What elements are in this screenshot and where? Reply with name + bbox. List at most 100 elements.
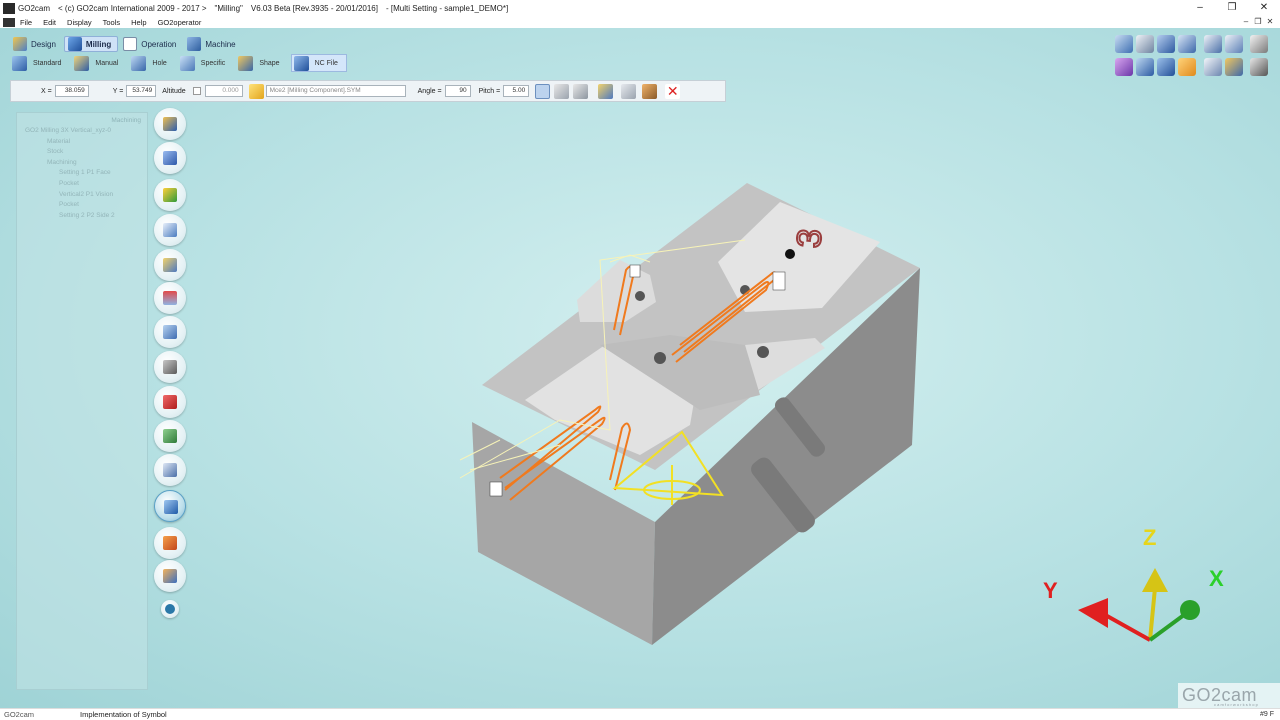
menu-tools[interactable]: Tools [103,18,121,27]
glasses-icon[interactable] [1250,58,1268,76]
toolpath-button[interactable] [154,527,186,559]
version-text: V6.03 Beta [Rev.3935 - 20/01/2016] [250,3,378,13]
mdi-minimize-button[interactable]: – [1240,16,1252,28]
spreadsheet-icon [163,429,177,443]
subtab-standard-label: Standard [33,59,62,67]
undo-view-icon[interactable] [1178,35,1196,53]
help-icon[interactable] [1250,35,1268,53]
part-scene: 3 [459,183,1200,645]
angle-label: Angle = [417,87,442,95]
y-coordinate-field[interactable]: 53.749 [126,85,157,97]
viewport-3d[interactable]: 3 Z Y X Design Milling Operation Machine… [0,28,1280,708]
subtab-specific[interactable]: Specific [178,54,234,72]
altitude-field[interactable]: 0.000 [204,85,243,97]
symbol-eraser-icon[interactable] [621,83,637,99]
hole-icon [131,55,147,71]
settings-view-icon[interactable] [1225,58,1243,76]
layers-button[interactable] [154,282,186,314]
spreadsheet-button[interactable] [154,420,186,452]
tree-item[interactable]: Machining [17,158,147,169]
pdf-report-button[interactable] [154,386,186,418]
menu-help[interactable]: Help [131,18,146,27]
gear-button[interactable] [154,316,186,348]
tree-item[interactable]: Material [17,137,147,148]
tree-item[interactable]: Pocket [17,200,147,211]
chevron-up-icon [165,604,175,614]
symbol-rotate-icon[interactable] [554,83,570,99]
subtab-nc-file[interactable]: NC File [290,54,347,72]
layers-icon [163,291,177,305]
tree-item[interactable]: Stock [17,147,147,158]
module-name: "Milling" [214,3,243,13]
shape-icon [238,55,254,71]
pitch-field[interactable]: 5.00 [503,85,530,97]
subtab-standard[interactable]: Standard [10,54,69,72]
menu-go2operator[interactable]: GO2operator [158,18,202,27]
tree-item[interactable]: Setting 1 P1 Face [17,168,147,179]
open-folder-icon[interactable] [248,83,264,99]
altitude-checkbox[interactable] [192,87,201,95]
status-app-name: GO2cam [4,710,35,719]
pdf-icon [163,395,177,409]
globe-button[interactable] [154,351,186,383]
mdi-restore-button[interactable]: ❐ [1252,16,1264,28]
app-menu-icon[interactable] [3,17,15,27]
zoom-tool-button[interactable] [154,214,186,246]
zoom-icon[interactable] [1204,35,1222,53]
symbol-place-icon[interactable] [535,83,551,99]
tree-item[interactable]: Pocket [17,179,147,190]
eye-icon[interactable] [1136,35,1154,53]
angle-field[interactable]: 90 [444,85,471,97]
sun-icon[interactable] [1178,58,1196,76]
close-button[interactable]: ✕ [1248,0,1280,16]
fullscreen-icon[interactable] [1204,58,1222,76]
cancel-icon[interactable]: ✕ [665,83,681,99]
document-name: - [Multi Setting - sample1_DEMO*] [385,3,509,13]
nc-file-icon [293,55,309,71]
app-logo-icon [3,2,15,14]
subtab-shape[interactable]: Shape [236,54,287,72]
maximize-button[interactable]: ❐ [1216,0,1248,16]
symbol-edit-icon[interactable] [598,83,614,99]
render-icon[interactable] [1115,58,1133,76]
tree-item[interactable]: GO2 Milling 3X Vertical_xyz-0 [17,126,147,137]
symbol-file-field[interactable]: Mce2 [Milling Component].SYM [265,85,406,97]
tab-machine[interactable]: Machine [184,36,241,52]
drilling-button[interactable] [154,249,186,281]
rotate-view-icon[interactable] [1136,58,1154,76]
pencil-icon[interactable] [1157,58,1175,76]
gear-icon [163,325,177,339]
altitude-label: Altitude [162,87,186,95]
mdi-close-button[interactable]: ✕ [1264,16,1276,28]
symbol-tools-icon[interactable] [642,83,658,99]
hole [635,291,645,301]
menu-edit[interactable]: Edit [43,18,56,27]
tree-item[interactable]: Vertical2 P1 Vision [17,190,147,201]
collapse-button[interactable] [161,600,179,618]
machining-tool-button[interactable] [154,108,186,140]
tab-machine-label: Machine [205,39,236,49]
menu-file[interactable]: File [20,18,32,27]
engraved-number: 3 [790,227,830,249]
view-options-icon[interactable] [1115,35,1133,53]
subtab-hole[interactable]: Hole [129,54,174,72]
subtab-manual[interactable]: Manual [72,54,126,72]
minimize-button[interactable]: – [1184,0,1216,16]
tab-operation[interactable]: Operation [120,36,182,52]
watermark-tagline: c a m f o r w o r k s h o p [1214,702,1258,707]
x-coordinate-field[interactable]: 38.059 [54,85,89,97]
symbol-mirror-icon[interactable] [573,83,589,99]
zoom-fit-icon[interactable] [1225,35,1243,53]
specific-icon [179,55,195,71]
shading-icon[interactable] [1157,35,1175,53]
tool-holder-icon [163,151,177,165]
tool-holder-button[interactable] [154,142,186,174]
menu-display[interactable]: Display [67,18,92,27]
tab-milling[interactable]: Milling [63,36,119,52]
simulation-button[interactable] [154,454,186,486]
tab-design[interactable]: Design [10,36,62,52]
stock-button[interactable] [154,179,186,211]
symbol-button[interactable] [154,490,186,522]
tree-item[interactable]: Setting 2 P2 Side 2 [17,211,147,222]
toolpath-edit-button[interactable] [154,560,186,592]
